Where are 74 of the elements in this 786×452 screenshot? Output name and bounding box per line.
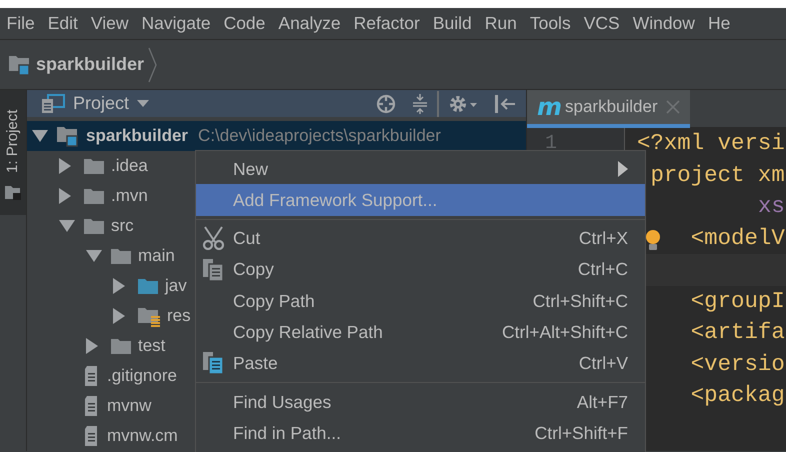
menu-item[interactable]: VCS [577, 8, 626, 39]
tree-item[interactable]: res [167, 303, 191, 329]
chevron-icon [148, 46, 158, 82]
project-path: C:\dev\ideaprojects\sparkbuilder [198, 125, 441, 148]
code-line: <groupI [690, 288, 785, 314]
copy-icon [202, 258, 224, 282]
collapse-all-icon [412, 92, 428, 114]
source-folder-icon [137, 276, 159, 296]
tree-item[interactable]: .gitignore [107, 363, 177, 389]
submenu-arrow-icon [618, 160, 628, 177]
tree-item[interactable]: mvnw [107, 393, 152, 419]
tree-item[interactable]: jav [165, 273, 187, 299]
code-line: <?xml versi [637, 130, 785, 156]
toolbar-divider-icon [436, 90, 440, 116]
scissors-icon [202, 226, 224, 250]
lightbulb-icon[interactable] [645, 228, 661, 250]
code-line: <modelV [690, 224, 785, 250]
resources-folder-icon [137, 305, 161, 327]
code-line: <versio [690, 350, 785, 376]
hide-panel-icon [494, 94, 516, 114]
module-folder-icon [8, 54, 32, 76]
menu-item[interactable]: Analyze [272, 8, 348, 39]
menu-item[interactable]: Run [478, 8, 524, 39]
code-line: <packag [690, 382, 785, 408]
shortcut: Ctrl+V [578, 352, 628, 376]
locate-icon [376, 94, 396, 114]
maven-icon: m [537, 89, 562, 125]
menu-item[interactable]: Refactor [347, 8, 426, 39]
folder-icon [110, 336, 132, 356]
folder-icon [110, 246, 132, 266]
menu-item[interactable]: Copy Relative Path Ctrl+Alt+Shift+C [196, 316, 645, 348]
project-view-icon [41, 94, 65, 114]
shortcut: Ctrl+Shift+C [532, 290, 628, 313]
shortcut: Ctrl+X [578, 227, 628, 250]
shortcut: Alt+F7 [576, 390, 628, 414]
tree-item[interactable]: sparkbuilder [86, 123, 188, 149]
folder-icon [83, 216, 105, 236]
menu-item[interactable]: Find in Path... Ctrl+Shift+F [196, 417, 645, 449]
editor-tab[interactable]: m sparkbuilder [527, 90, 690, 128]
menu-item[interactable]: Copy Path Ctrl+Shift+C [196, 285, 645, 316]
module-folder-icon [56, 125, 80, 147]
folder-icon [83, 156, 105, 176]
menu-item[interactable]: File [0, 8, 42, 39]
menu-item[interactable]: Edit [41, 8, 84, 39]
menu-item[interactable]: Tools [523, 8, 578, 39]
menu-item[interactable]: Cut Ctrl+X [196, 222, 645, 254]
code-line: <artifa [690, 319, 785, 345]
menu-item[interactable]: Code [217, 8, 272, 39]
folder-icon [4, 185, 22, 201]
shortcut: Ctrl+Alt+Shift+C [502, 321, 628, 344]
menu-item[interactable]: He [701, 8, 737, 39]
menu-item[interactable]: Copy Ctrl+C [196, 254, 645, 286]
dropdown-caret-icon [137, 100, 150, 108]
tree-item[interactable]: .idea [111, 153, 148, 179]
menu-item[interactable]: Find Usages Alt+F7 [196, 386, 645, 418]
folder-icon [83, 186, 105, 206]
code-line: xs [758, 193, 785, 219]
breadcrumb-item[interactable]: sparkbuilder [36, 51, 144, 78]
menu-item[interactable]: New [196, 153, 645, 184]
menu-item[interactable]: Navigate [134, 8, 218, 39]
code-line: project xm [650, 162, 785, 188]
menu-item[interactable]: Window [626, 8, 702, 39]
tree-item[interactable]: test [138, 333, 166, 359]
panel-title[interactable]: Project [73, 90, 130, 117]
menu-item[interactable]: View [84, 8, 135, 39]
shortcut: Ctrl+Shift+F [534, 422, 628, 445]
menu-item[interactable]: Paste Ctrl+V [196, 348, 645, 380]
menu-item[interactable]: Build [426, 8, 478, 39]
tree-item[interactable]: .mvn [111, 183, 148, 209]
paste-icon [202, 351, 224, 376]
tree-item[interactable]: main [138, 243, 175, 269]
shortcut: Ctrl+C [578, 258, 628, 282]
tree-item[interactable]: src [111, 213, 134, 239]
tree-item[interactable]: mvnw.cm [107, 423, 178, 449]
